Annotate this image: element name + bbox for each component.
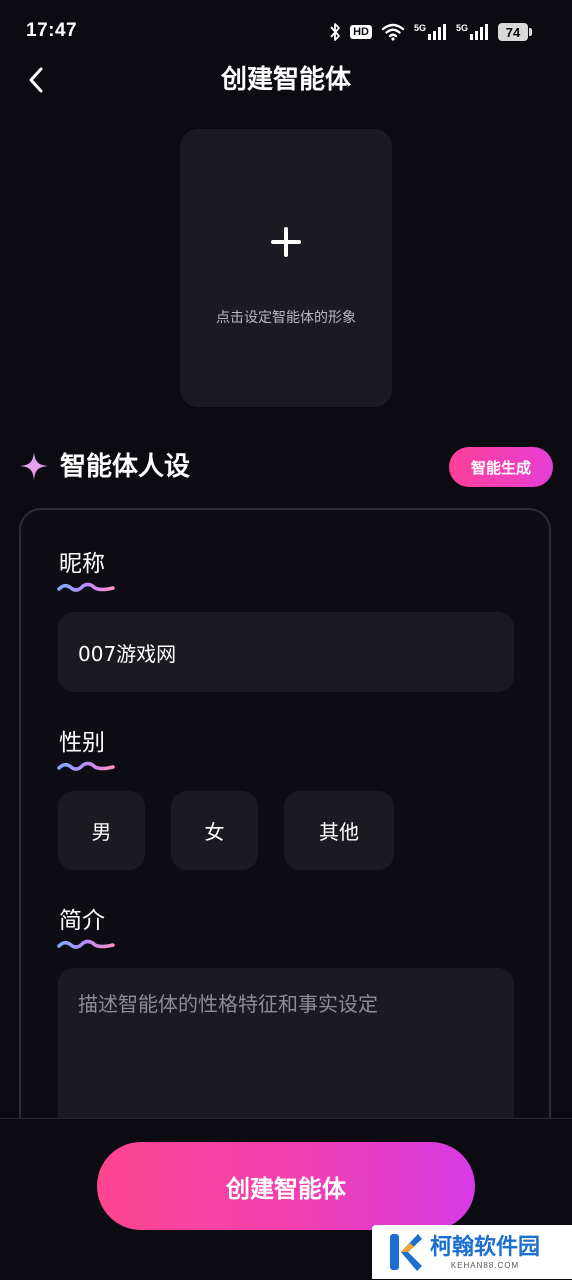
watermark-text: 柯翰软件园 KEHAN88.COM [430, 1235, 540, 1270]
hd-badge: HD [350, 25, 372, 39]
nickname-input[interactable]: 007游戏网 [58, 612, 514, 692]
signal-group-2: 5G [456, 23, 489, 41]
status-icons: HD 5G 5G 74 [329, 22, 532, 42]
battery-level: 74 [498, 23, 528, 41]
create-agent-button[interactable]: 创建智能体 [97, 1142, 475, 1230]
bluetooth-icon [330, 23, 340, 41]
nickname-value: 007游戏网 [78, 641, 177, 666]
battery-icon: 74 [498, 23, 532, 41]
intro-label: 简介 [59, 908, 105, 934]
avatar-hint: 点击设定智能体的形象 [216, 310, 356, 326]
watermark-url: KEHAN88.COM [450, 1260, 520, 1270]
back-button[interactable] [18, 62, 54, 98]
network-type-2: 5G [455, 23, 468, 33]
plus-icon [269, 225, 303, 259]
gender-option-male[interactable]: 男 [58, 791, 145, 870]
wifi-icon [381, 23, 405, 41]
battery-tip [529, 28, 532, 36]
signal-icon [470, 24, 488, 40]
avatar-upload[interactable]: 点击设定智能体的形象 [180, 129, 392, 407]
signal-group-1: 5G [414, 23, 447, 41]
watermark: 柯翰软件园 KEHAN88.COM [372, 1225, 572, 1279]
gender-label: 性别 [59, 730, 105, 756]
label-underline-decoration [57, 761, 115, 771]
signal-icon [427, 24, 446, 40]
network-type-1: 5G [413, 23, 426, 33]
nickname-label: 昵称 [59, 551, 105, 577]
watermark-name: 柯翰软件园 [430, 1234, 541, 1260]
watermark-logo [390, 1234, 422, 1271]
intro-placeholder: 描述智能体的性格特征和事实设定 [78, 992, 378, 1016]
gender-option-other[interactable]: 其他 [284, 791, 394, 870]
section-title: 智能体人设 [60, 452, 191, 482]
sparkle-icon [20, 452, 48, 480]
page-title: 创建智能体 [220, 65, 351, 95]
status-time: 17:47 [26, 20, 78, 41]
label-underline-decoration [57, 582, 115, 592]
gender-option-female[interactable]: 女 [171, 791, 258, 870]
ai-generate-button[interactable]: 智能生成 [449, 447, 553, 487]
label-underline-decoration [57, 939, 115, 949]
chevron-left-icon [29, 67, 43, 93]
